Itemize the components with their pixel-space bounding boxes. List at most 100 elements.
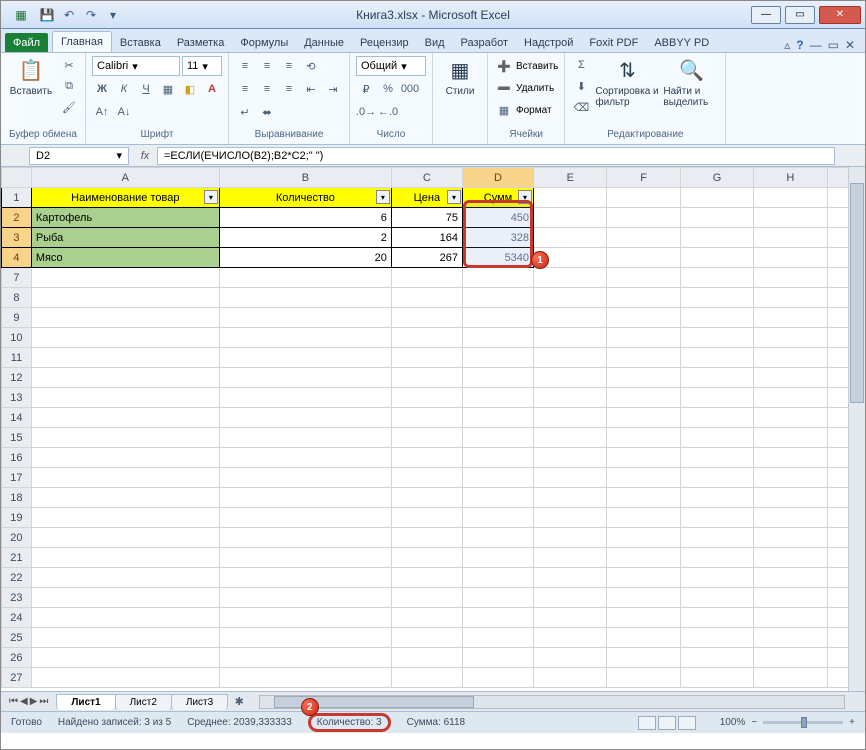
row-header[interactable]: 25 <box>2 628 32 648</box>
col-A[interactable]: A <box>31 168 219 188</box>
horizontal-scrollbar[interactable] <box>259 695 845 709</box>
autosum-icon[interactable]: Σ <box>571 56 591 74</box>
row-header[interactable]: 18 <box>2 488 32 508</box>
col-H[interactable]: H <box>754 168 827 188</box>
row-header[interactable]: 19 <box>2 508 32 528</box>
row-header[interactable]: 22 <box>2 568 32 588</box>
col-E[interactable]: E <box>534 168 607 188</box>
tab-formulas[interactable]: Формулы <box>232 33 296 52</box>
underline-button[interactable]: Ч <box>136 79 156 99</box>
align-bottom-icon[interactable]: ≡ <box>279 56 299 76</box>
insert-cells-label[interactable]: Вставить <box>516 61 558 72</box>
tab-layout[interactable]: Разметка <box>169 33 233 52</box>
col-C[interactable]: C <box>391 168 462 188</box>
delete-cells-icon[interactable]: ➖ <box>494 78 514 98</box>
row-header[interactable]: 26 <box>2 648 32 668</box>
header-cell[interactable]: Цена▾ <box>391 188 462 208</box>
tab-review[interactable]: Рецензир <box>352 33 417 52</box>
row-header[interactable]: 1 <box>2 188 32 208</box>
percent-icon[interactable]: % <box>378 79 398 99</box>
view-normal-icon[interactable] <box>638 716 656 730</box>
delete-cells-label[interactable]: Удалить <box>516 83 554 94</box>
filter-icon[interactable]: ▾ <box>204 190 218 204</box>
zoom-out-icon[interactable]: − <box>751 717 757 728</box>
row-header[interactable]: 14 <box>2 408 32 428</box>
view-pagebreak-icon[interactable] <box>678 716 696 730</box>
formula-input[interactable]: =ЕСЛИ(ЕЧИСЛО(B2);B2*C2;" ") <box>157 147 835 165</box>
new-sheet-icon[interactable]: ✱ <box>229 692 249 712</box>
sheet-prev-icon[interactable]: ◀ <box>20 696 28 707</box>
align-right-icon[interactable]: ≡ <box>279 79 299 99</box>
currency-icon[interactable]: ₽ <box>356 79 376 99</box>
filter-icon[interactable]: ▾ <box>376 190 390 204</box>
doc-restore-icon[interactable]: ▭ <box>828 38 839 52</box>
sheet-last-icon[interactable]: ⏭ <box>39 696 48 707</box>
row-header[interactable]: 13 <box>2 388 32 408</box>
header-cell[interactable]: Сумм▾ <box>462 188 533 208</box>
shrink-font-icon[interactable]: A↓ <box>114 102 134 122</box>
zoom-control[interactable]: 100% − + <box>720 717 855 728</box>
col-F[interactable]: F <box>607 168 680 188</box>
row-header[interactable]: 11 <box>2 348 32 368</box>
tab-addins[interactable]: Надстрой <box>516 33 581 52</box>
save-icon[interactable]: 💾 <box>38 6 56 24</box>
align-middle-icon[interactable]: ≡ <box>257 56 277 76</box>
wrap-text-icon[interactable]: ↵ <box>235 102 255 122</box>
sheet-first-icon[interactable]: ⏮ <box>9 696 18 707</box>
row-header[interactable]: 10 <box>2 328 32 348</box>
header-cell[interactable]: Наименование товар▾ <box>31 188 219 208</box>
fill-icon[interactable]: ⬇ <box>571 77 591 95</box>
tab-data[interactable]: Данные <box>296 33 352 52</box>
name-box[interactable]: D2▾ <box>29 147 129 165</box>
font-color-button[interactable]: А <box>202 79 222 99</box>
sort-filter-button[interactable]: ⇅ Сортировка и фильтр <box>595 56 659 108</box>
sheet-tab-1[interactable]: Лист1 <box>56 694 115 710</box>
sheet-tab-3[interactable]: Лист3 <box>171 694 228 710</box>
comma-icon[interactable]: 000 <box>400 79 420 99</box>
border-button[interactable]: ▦ <box>158 79 178 99</box>
tab-view[interactable]: Вид <box>417 33 453 52</box>
fill-color-button[interactable]: ◧ <box>180 79 200 99</box>
row-header[interactable]: 9 <box>2 308 32 328</box>
row-header[interactable]: 23 <box>2 588 32 608</box>
filter-icon[interactable]: ▾ <box>447 190 461 204</box>
find-select-button[interactable]: 🔍 Найти и выделить <box>663 56 719 108</box>
tab-foxit[interactable]: Foxit PDF <box>581 33 646 52</box>
filter-icon[interactable]: ▾ <box>518 190 532 204</box>
col-B[interactable]: B <box>219 168 391 188</box>
row-header[interactable]: 15 <box>2 428 32 448</box>
row-header[interactable]: 20 <box>2 528 32 548</box>
tab-home[interactable]: Главная <box>52 31 112 52</box>
minimize-ribbon-icon[interactable]: ▵ <box>784 38 790 52</box>
indent-dec-icon[interactable]: ⇤ <box>301 79 321 99</box>
inc-decimal-icon[interactable]: .0→ <box>356 102 376 122</box>
tab-file[interactable]: Файл <box>5 33 48 52</box>
row-header[interactable]: 4 <box>2 248 32 268</box>
orientation-icon[interactable]: ⟲ <box>301 56 321 76</box>
doc-min-icon[interactable]: — <box>810 38 822 52</box>
close-button[interactable]: ✕ <box>819 6 861 24</box>
header-cell[interactable]: Количество▾ <box>219 188 391 208</box>
zoom-in-icon[interactable]: + <box>849 717 855 728</box>
sheet-next-icon[interactable]: ▶ <box>30 696 38 707</box>
row-header[interactable]: 24 <box>2 608 32 628</box>
row-header[interactable]: 12 <box>2 368 32 388</box>
minimize-button[interactable]: — <box>751 6 781 24</box>
copy-icon[interactable]: ⧉ <box>59 77 79 95</box>
format-painter-icon[interactable]: 🖌 <box>59 98 79 116</box>
maximize-button[interactable]: ▭ <box>785 6 815 24</box>
align-left-icon[interactable]: ≡ <box>235 79 255 99</box>
tab-insert[interactable]: Вставка <box>112 33 169 52</box>
font-size-select[interactable]: 11▾ <box>182 56 222 76</box>
italic-button[interactable]: К <box>114 79 134 99</box>
fx-button[interactable]: fx <box>133 150 157 162</box>
paste-button[interactable]: 📋 Вставить <box>7 56 55 97</box>
row-header[interactable]: 2 <box>2 208 32 228</box>
row-header[interactable]: 3 <box>2 228 32 248</box>
insert-cells-icon[interactable]: ➕ <box>494 56 514 76</box>
number-format-select[interactable]: Общий▾ <box>356 56 426 76</box>
row-header[interactable]: 16 <box>2 448 32 468</box>
tab-developer[interactable]: Разработ <box>453 33 516 52</box>
zoom-slider[interactable] <box>763 721 843 724</box>
bold-button[interactable]: Ж <box>92 79 112 99</box>
